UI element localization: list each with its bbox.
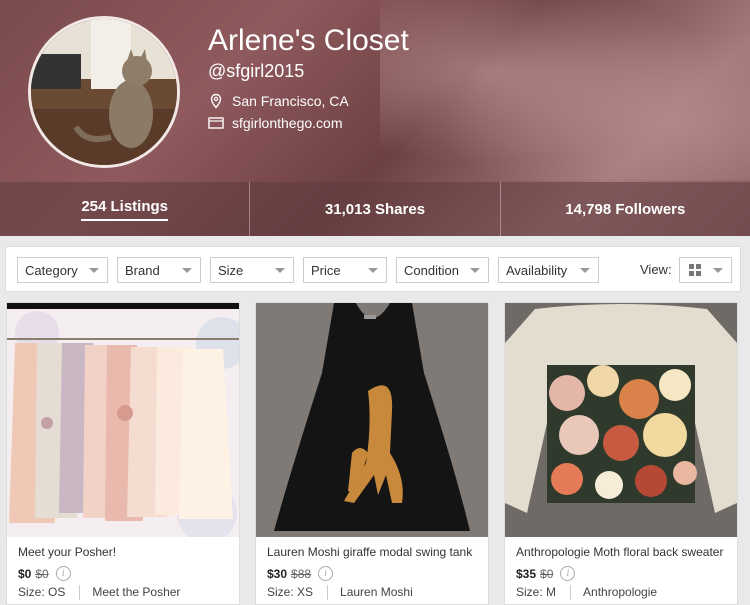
listing-title[interactable]: Meet your Posher!	[18, 545, 116, 559]
info-icon[interactable]: i	[560, 566, 576, 581]
chevron-down-icon	[580, 268, 590, 273]
listing-title[interactable]: Anthropologie Moth floral back sweater	[516, 545, 723, 559]
location-row: San Francisco, CA	[208, 93, 349, 109]
divider	[79, 585, 81, 600]
map-pin-icon	[208, 93, 224, 109]
closet-header: Arlene's Closet @sfgirl2015 San Francisc…	[0, 0, 750, 236]
category-dropdown-label: Category	[25, 262, 78, 278]
brand-dropdown[interactable]: Brand	[117, 257, 201, 283]
chevron-down-icon	[470, 268, 480, 273]
listing-image[interactable]	[7, 303, 239, 537]
stat-shares[interactable]: 31,013 Shares	[250, 182, 501, 236]
website-row[interactable]: sfgirlonthego.com	[208, 115, 343, 131]
listing-image[interactable]	[505, 303, 737, 537]
size-dropdown-label: Size	[218, 262, 244, 278]
stat-listings-label: 254 Listings	[81, 198, 169, 221]
stat-shares-label: 31,013 Shares	[324, 200, 426, 218]
chevron-down-icon	[182, 268, 192, 273]
listing-price-row: $35 $0 i	[516, 566, 576, 581]
listing-card[interactable]: Lauren Moshi giraffe modal swing tank $3…	[255, 302, 489, 605]
listing-original-price: $0	[35, 566, 49, 581]
grid-view-icon	[689, 264, 701, 276]
listing-card[interactable]: Meet your Posher! $0 $0 i Size: OS Meet …	[6, 302, 240, 605]
listing-original-price: $88	[291, 566, 312, 581]
view-label: View:	[640, 262, 672, 277]
filter-bar: Category Brand Size Price Condition Avai…	[5, 246, 741, 292]
listing-size: Size: XS	[267, 585, 314, 599]
price-dropdown-label: Price	[311, 262, 341, 278]
brand-dropdown-label: Brand	[125, 262, 160, 278]
chevron-down-icon	[89, 268, 99, 273]
listing-card[interactable]: Anthropologie Moth floral back sweater $…	[504, 302, 738, 605]
listing-brand[interactable]: Lauren Moshi	[340, 585, 413, 600]
browser-window-icon	[208, 115, 224, 131]
category-dropdown[interactable]: Category	[17, 257, 108, 283]
chevron-down-icon	[368, 268, 378, 273]
availability-dropdown[interactable]: Availability	[498, 257, 599, 283]
listing-price-row: $30 $88 i	[267, 566, 334, 581]
username-handle[interactable]: @sfgirl2015	[208, 61, 304, 82]
stat-followers-label: 14,798 Followers	[565, 200, 686, 218]
info-icon[interactable]: i	[55, 566, 71, 581]
listing-price: $30	[267, 566, 288, 581]
website-link[interactable]: sfgirlonthego.com	[232, 115, 343, 131]
listing-size-row: Size: M Anthropologie	[516, 585, 657, 600]
location-text: San Francisco, CA	[232, 93, 349, 109]
avatar[interactable]	[28, 16, 180, 168]
stats-bar: 254 Listings 31,013 Shares 14,798 Follow…	[0, 182, 750, 236]
listing-price: $0	[18, 566, 32, 581]
listing-size: Size: OS	[18, 585, 66, 599]
listing-size-row: Size: OS Meet the Posher	[18, 585, 180, 600]
chevron-down-icon	[275, 268, 285, 273]
condition-dropdown-label: Condition	[404, 262, 459, 278]
view-dropdown[interactable]	[679, 257, 732, 283]
listing-price-row: $0 $0 i	[18, 566, 71, 581]
stat-followers[interactable]: 14,798 Followers	[501, 182, 750, 236]
size-dropdown[interactable]: Size	[210, 257, 294, 283]
condition-dropdown[interactable]: Condition	[396, 257, 489, 283]
listing-original-price: $0	[540, 566, 554, 581]
listing-image[interactable]	[256, 303, 488, 537]
price-dropdown[interactable]: Price	[303, 257, 387, 283]
listing-brand[interactable]: Anthropologie	[583, 585, 657, 600]
closet-title: Arlene's Closet	[208, 24, 409, 57]
stat-listings[interactable]: 254 Listings	[0, 182, 251, 236]
divider	[327, 585, 329, 600]
listing-size: Size: M	[516, 585, 557, 599]
listing-brand[interactable]: Meet the Posher	[92, 585, 180, 600]
chevron-down-icon	[713, 268, 723, 273]
listing-title[interactable]: Lauren Moshi giraffe modal swing tank	[267, 545, 472, 559]
listing-size-row: Size: XS Lauren Moshi	[267, 585, 413, 600]
availability-dropdown-label: Availability	[506, 262, 568, 278]
divider	[570, 585, 572, 600]
listing-price: $35	[516, 566, 537, 581]
info-icon[interactable]: i	[318, 566, 334, 581]
